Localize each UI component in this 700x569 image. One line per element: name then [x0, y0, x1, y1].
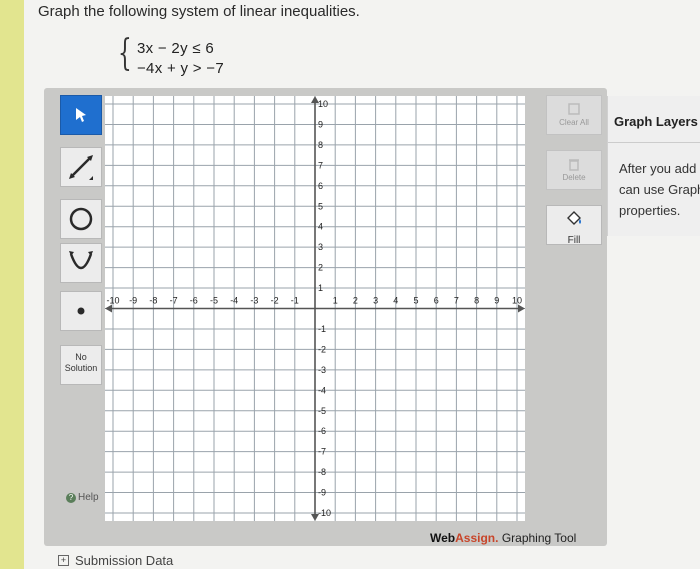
x-tick-label: 5: [413, 296, 418, 306]
layers-text-line-3: properties.: [619, 203, 681, 218]
webassign-branding: WebAssign. Graphing Tool: [430, 531, 576, 545]
inequality-2: −4x + y > −7: [137, 60, 224, 77]
help-label: Help: [78, 492, 99, 503]
y-tick-label: 6: [318, 181, 323, 191]
y-tick-label: -5: [318, 406, 326, 416]
graph-layers-title: Graph Layers: [614, 114, 698, 129]
x-tick-label: -3: [250, 296, 258, 306]
x-tick-label: -2: [271, 296, 279, 306]
parabola-tool-button[interactable]: [60, 243, 102, 283]
inequality-1: 3x − 2y ≤ 6: [137, 40, 214, 57]
y-tick-label: 3: [318, 242, 323, 252]
x-tick-label: 4: [393, 296, 398, 306]
y-tick-label: 8: [318, 140, 323, 150]
no-solution-button[interactable]: No Solution: [60, 345, 102, 385]
brand-assign: Assign.: [455, 531, 499, 545]
coordinate-grid[interactable]: -10 -9 -8 -7 -6 -5 -4 -3 -2 -1 1 2 3 4 5 6 7 8 9 10 10 9 8 7 6 5…: [105, 96, 525, 521]
line-tool-button[interactable]: [60, 147, 102, 187]
y-tick-label: -8: [318, 467, 326, 477]
x-tick-label: 1: [333, 296, 338, 306]
x-tick-label: 6: [434, 296, 439, 306]
pointer-tool-button[interactable]: [60, 95, 102, 135]
x-tick-label: -10: [106, 296, 119, 306]
question-prompt: Graph the following system of linear ine…: [38, 3, 360, 20]
clear-all-icon: [568, 103, 580, 115]
point-tool-button[interactable]: [60, 291, 102, 331]
delete-button[interactable]: Delete: [546, 150, 602, 190]
submission-data-toggle[interactable]: + Submission Data: [58, 553, 173, 568]
x-tick-label: 10: [512, 296, 522, 306]
fill-label: Fill: [567, 235, 581, 246]
parabola-icon: [69, 251, 93, 270]
graph-layers-panel: Graph Layers After you add can use Graph…: [607, 96, 700, 236]
system-brace: {: [118, 33, 132, 74]
clear-all-label: Clear All: [559, 118, 589, 127]
submission-data-label: Submission Data: [75, 553, 174, 568]
help-icon: ?: [66, 492, 76, 503]
x-tick-label: -7: [170, 296, 178, 306]
y-tick-label: 5: [318, 201, 323, 211]
left-margin-strip: [0, 0, 24, 569]
x-tick-label: -8: [149, 296, 157, 306]
expand-plus-icon: +: [58, 555, 69, 566]
y-tick-label: -10: [318, 508, 331, 518]
right-toolbar: Clear All Delete Fill: [546, 95, 602, 530]
paint-bucket-icon: [567, 211, 581, 225]
layers-divider: [608, 142, 700, 143]
y-tick-label: -4: [318, 385, 326, 395]
x-tick-label: 9: [494, 296, 499, 306]
layers-text-line-1: After you add: [619, 161, 697, 176]
y-tick-label: 10: [318, 99, 328, 109]
brand-tool: Graphing Tool: [501, 531, 577, 545]
x-tick-label: 7: [454, 296, 459, 306]
y-tick-label: -2: [318, 344, 326, 354]
graph-layers-help-text: After you add can use Graph properties.: [619, 158, 700, 221]
help-link[interactable]: ? Help: [66, 492, 99, 503]
delete-label: Delete: [562, 173, 586, 182]
x-tick-label: 3: [373, 296, 378, 306]
y-tick-label: -6: [318, 426, 326, 436]
x-tick-label: 8: [474, 296, 479, 306]
y-tick-label: -9: [318, 488, 326, 498]
clear-all-button[interactable]: Clear All: [546, 95, 602, 135]
y-tick-label: -7: [318, 447, 326, 457]
left-toolbar: No Solution: [60, 95, 102, 520]
x-tick-label: -9: [129, 296, 137, 306]
circle-icon: [69, 207, 93, 231]
x-tick-label: -4: [230, 296, 238, 306]
y-tick-label: -3: [318, 365, 326, 375]
y-tick-label: 7: [318, 160, 323, 170]
circle-tool-button[interactable]: [60, 199, 102, 239]
arrow-cursor-icon: [76, 108, 86, 122]
y-tick-label: -1: [318, 324, 326, 334]
x-tick-label: 2: [353, 296, 358, 306]
y-tick-label: 1: [318, 283, 323, 293]
trash-icon: [569, 159, 579, 171]
y-tick-label: 4: [318, 222, 323, 232]
fill-button[interactable]: Fill: [546, 205, 602, 246]
y-tick-label: 9: [318, 119, 323, 129]
layers-text-line-2: can use Graph: [619, 182, 700, 197]
y-tick-label: 2: [318, 263, 323, 273]
point-icon: [77, 307, 85, 315]
x-tick-label: -1: [291, 296, 299, 306]
x-tick-label: -5: [210, 296, 218, 306]
brand-web: Web: [430, 531, 456, 545]
x-tick-label: -6: [190, 296, 198, 306]
line-icon: [69, 155, 93, 180]
